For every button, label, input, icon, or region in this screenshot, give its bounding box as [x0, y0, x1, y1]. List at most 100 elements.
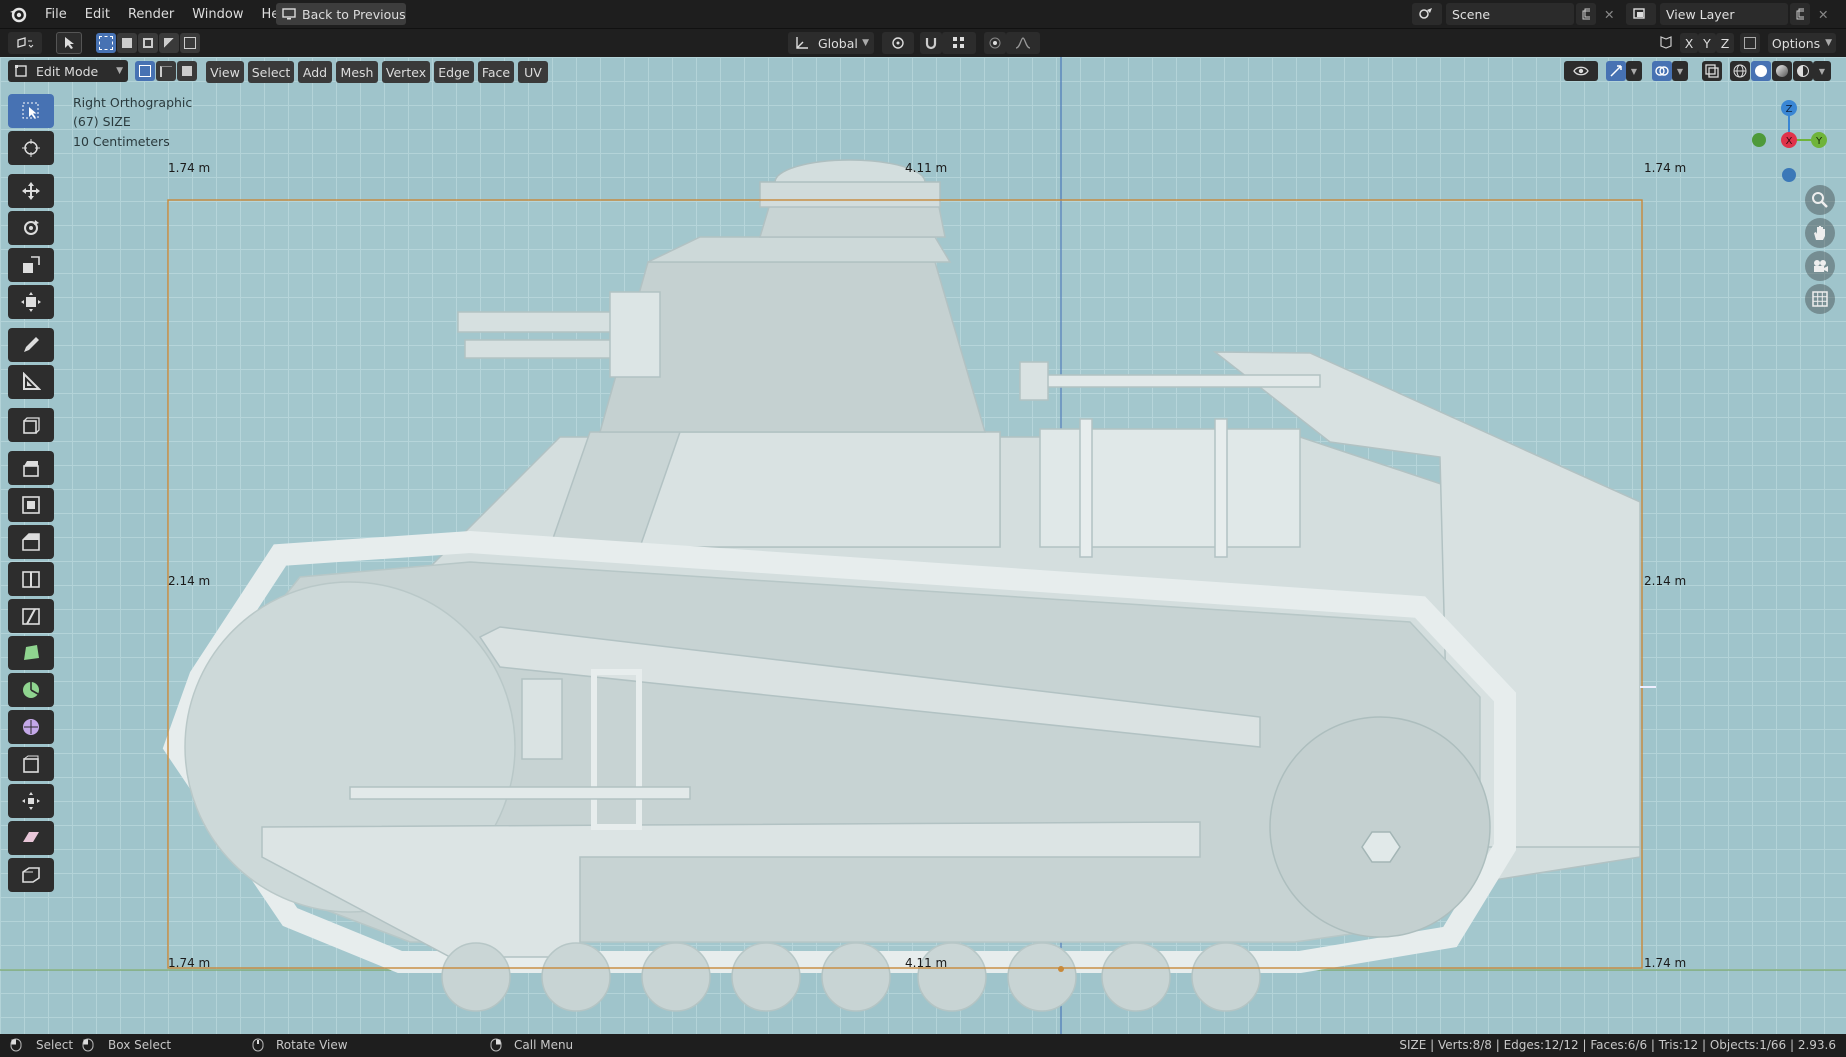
scene-selector: Scene ✕ View Layer ✕ — [1412, 3, 1832, 25]
shading-rendered[interactable] — [1793, 61, 1813, 81]
visibility-dropdown[interactable] — [1564, 61, 1598, 81]
mirror-x-toggle[interactable]: X — [1680, 33, 1698, 53]
rotate-icon — [24, 220, 39, 235]
menu-face[interactable]: Face — [478, 61, 514, 83]
scene-name-field[interactable]: Scene — [1446, 3, 1574, 25]
menu-add[interactable]: Add — [298, 61, 332, 83]
shading-material[interactable] — [1772, 61, 1792, 81]
mode-dropdown[interactable]: Edit Mode ▼ — [8, 60, 128, 82]
ortho-toggle-button[interactable] — [1805, 284, 1835, 314]
status-select: Select — [10, 1038, 73, 1052]
scene-type-dropdown[interactable] — [1412, 3, 1442, 25]
gizmo-neg-y-axis[interactable] — [1752, 133, 1766, 147]
select-mode-invert-button[interactable] — [159, 33, 179, 53]
tool-loop-cut[interactable] — [8, 562, 54, 596]
mirror-y-toggle[interactable]: Y — [1698, 33, 1716, 53]
xray-toggle[interactable] — [1702, 61, 1722, 81]
main-menu: File Edit Render Window Help — [36, 0, 300, 28]
mirror-z-label: Z — [1720, 35, 1730, 51]
active-tool-button[interactable] — [56, 32, 82, 54]
menu-view[interactable]: View — [206, 61, 244, 83]
menu-render[interactable]: Render — [119, 7, 183, 22]
tool-inset[interactable] — [8, 488, 54, 522]
tool-transform[interactable] — [8, 285, 54, 319]
status-call-menu-label: Call Menu — [514, 1038, 574, 1052]
options-dropdown[interactable]: Options ▼ — [1768, 33, 1836, 53]
overlays-toggle[interactable] — [1652, 61, 1672, 81]
tool-annotate[interactable] — [8, 328, 54, 362]
select-mode-intersect-button[interactable] — [180, 33, 200, 53]
menu-edge[interactable]: Edge — [434, 61, 474, 83]
delete-scene-button[interactable]: ✕ — [1598, 3, 1618, 25]
menu-uv[interactable]: UV — [518, 61, 548, 83]
3d-viewport[interactable]: Right Orthographic (67) SIZE 10 Centimet… — [0, 57, 1846, 1034]
new-scene-button[interactable] — [1576, 3, 1596, 25]
knife-icon — [22, 608, 40, 625]
snap-toggle[interactable] — [920, 32, 942, 54]
blender-logo-icon[interactable] — [8, 4, 28, 24]
transform-orientation-dropdown[interactable]: Global ▼ — [788, 32, 874, 54]
tool-select-box[interactable] — [8, 94, 54, 128]
view-layer-field[interactable]: View Layer — [1660, 3, 1788, 25]
shading-solid[interactable] — [1751, 61, 1771, 81]
camera-view-button[interactable] — [1805, 251, 1835, 281]
status-call-menu: Call Menu — [490, 1038, 573, 1052]
zoom-button[interactable] — [1805, 185, 1835, 215]
snap-target-dropdown[interactable] — [942, 32, 976, 54]
scene-statistics: SIZE | Verts:8/8 | Edges:12/12 | Faces:6… — [1399, 1038, 1836, 1052]
tool-scale[interactable] — [8, 248, 54, 282]
shading-wireframe[interactable] — [1730, 61, 1750, 81]
mirror-z-toggle[interactable]: Z — [1716, 33, 1734, 53]
gizmo-toggle[interactable] — [1606, 61, 1626, 81]
face-select-mode[interactable] — [177, 61, 197, 81]
shading-dropdown[interactable]: ▼ — [1813, 61, 1831, 81]
menu-select[interactable]: Select — [248, 61, 294, 83]
tool-knife[interactable] — [8, 599, 54, 633]
gizmo-neg-z-axis[interactable] — [1782, 168, 1796, 182]
pivot-point-dropdown[interactable] — [882, 32, 914, 54]
tool-shrink-fatten[interactable] — [8, 784, 54, 818]
tool-rip[interactable] — [8, 858, 54, 892]
mirror-options-icon[interactable] — [1656, 32, 1676, 54]
overlays-dropdown[interactable]: ▼ — [1672, 61, 1688, 81]
extrude-icon — [23, 461, 39, 477]
mirror-x-label: X — [1684, 35, 1694, 51]
tool-spin[interactable] — [8, 673, 54, 707]
select-mode-new-button[interactable] — [96, 33, 116, 53]
tool-bevel[interactable] — [8, 525, 54, 559]
auto-merge-toggle[interactable] — [1740, 33, 1760, 53]
pan-button[interactable] — [1805, 218, 1835, 248]
tool-move[interactable] — [8, 174, 54, 208]
new-view-layer-button[interactable] — [1790, 3, 1810, 25]
tool-smooth[interactable] — [8, 710, 54, 744]
tool-rotate[interactable] — [8, 211, 54, 245]
menu-window[interactable]: Window — [183, 7, 252, 22]
tool-measure[interactable] — [8, 365, 54, 399]
tool-edge-slide[interactable] — [8, 747, 54, 781]
tool-poly-build[interactable] — [8, 636, 54, 670]
editor-type-dropdown[interactable] — [8, 32, 42, 54]
tool-add-cube[interactable] — [8, 408, 54, 442]
select-mode-extend-button[interactable] — [117, 33, 137, 53]
pencil-icon — [24, 337, 39, 352]
delete-view-layer-button[interactable]: ✕ — [1812, 3, 1832, 25]
vertex-select-mode[interactable] — [135, 61, 155, 81]
xray-icon — [1705, 64, 1719, 78]
navigation-gizmo[interactable]: Z Y X — [1744, 95, 1834, 185]
edge-select-mode[interactable] — [156, 61, 176, 81]
menu-edit[interactable]: Edit — [76, 7, 119, 22]
select-mode-subtract-button[interactable] — [138, 33, 158, 53]
proportional-falloff-dropdown[interactable] — [1006, 32, 1040, 54]
back-to-previous-label: Back to Previous — [302, 6, 406, 22]
back-to-previous-button[interactable]: Back to Previous — [276, 3, 406, 25]
menu-mesh[interactable]: Mesh — [336, 61, 378, 83]
chevron-down-icon: ▼ — [1630, 66, 1638, 76]
proportional-edit-toggle[interactable] — [984, 32, 1006, 54]
menu-vertex[interactable]: Vertex — [382, 61, 430, 83]
menu-file[interactable]: File — [36, 7, 76, 22]
gizmo-dropdown[interactable]: ▼ — [1626, 61, 1642, 81]
view-layer-type-dropdown[interactable] — [1626, 3, 1656, 25]
tool-extrude[interactable] — [8, 451, 54, 485]
tool-shear[interactable] — [8, 821, 54, 855]
tool-cursor[interactable] — [8, 131, 54, 165]
